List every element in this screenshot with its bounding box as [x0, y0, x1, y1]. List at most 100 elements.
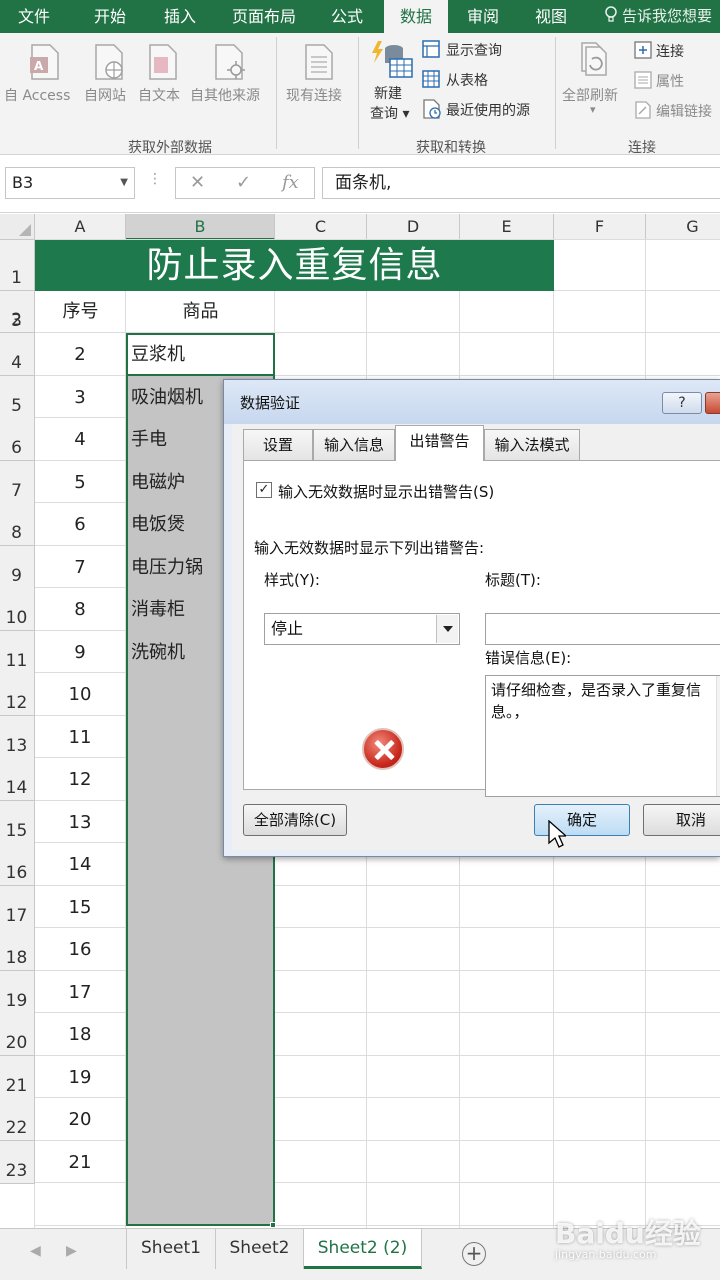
seq-number-cell[interactable]: 21	[35, 1141, 125, 1184]
row-header[interactable]: 21	[0, 1056, 35, 1099]
dialog-tab-ime-mode[interactable]: 输入法模式	[484, 429, 580, 460]
edit-links-button[interactable]: 编辑链接	[656, 101, 712, 121]
seq-number-cell[interactable]: 12	[35, 758, 125, 801]
row-header[interactable]: 12	[0, 673, 35, 716]
row-header[interactable]: 19	[0, 971, 35, 1014]
column-header-g[interactable]: G	[646, 214, 720, 240]
row-header[interactable]: 15	[0, 801, 35, 844]
row-header[interactable]: 7	[0, 461, 35, 504]
connections-button[interactable]: 连接	[656, 41, 684, 61]
refresh-all-button[interactable]: 全部刷新	[562, 85, 618, 105]
tab-home[interactable]: 开始	[78, 0, 142, 33]
goods-cell[interactable]: 豆浆机	[131, 333, 271, 376]
row-header[interactable]: 23	[0, 1141, 35, 1184]
sheet-tab-sheet2-copy[interactable]: Sheet2 (2)	[304, 1229, 422, 1269]
dialog-tab-input-message[interactable]: 输入信息	[313, 429, 395, 460]
dialog-tab-error-alert[interactable]: 出错警告	[395, 425, 484, 461]
seq-number-cell[interactable]: 7	[35, 546, 125, 589]
seq-number-cell[interactable]: 19	[35, 1056, 125, 1099]
refresh-all-dropdown[interactable]: ▾	[590, 103, 596, 116]
column-header-d[interactable]: D	[367, 214, 460, 240]
sheet-tab-sheet2[interactable]: Sheet2	[216, 1229, 304, 1269]
dialog-title-bar[interactable]: 数据验证 ?	[224, 380, 720, 424]
seq-number-cell[interactable]: 10	[35, 673, 125, 716]
seq-number-cell[interactable]: 11	[35, 716, 125, 759]
tell-me-box[interactable]: 告诉我您想要	[604, 0, 712, 33]
seq-number-cell[interactable]: 4	[35, 418, 125, 461]
row-header[interactable]: 11	[0, 631, 35, 674]
name-box[interactable]: B3 ▼	[5, 167, 135, 199]
row-header[interactable]: 17	[0, 886, 35, 929]
enter-formula-button[interactable]: ✓	[236, 172, 251, 193]
row-header[interactable]: 14	[0, 758, 35, 801]
from-text-button[interactable]: 自文本	[138, 85, 180, 105]
row-header[interactable]: 20	[0, 1013, 35, 1056]
row-header[interactable]: 9	[0, 546, 35, 589]
select-all-corner[interactable]	[0, 214, 35, 240]
row-header[interactable]: 6	[0, 418, 35, 461]
clear-all-button[interactable]: 全部清除(C)	[243, 804, 347, 836]
header-seq-cell[interactable]: 序号	[35, 291, 126, 333]
seq-number-cell[interactable]: 3	[35, 376, 125, 419]
tab-page-layout[interactable]: 页面布局	[222, 0, 306, 33]
row-header[interactable]: 8	[0, 503, 35, 546]
column-header-a[interactable]: A	[35, 214, 126, 240]
add-sheet-icon[interactable]: +	[462, 1242, 486, 1266]
from-table-button[interactable]: 从表格	[446, 70, 488, 90]
seq-number-cell[interactable]: 14	[35, 843, 125, 886]
seq-number-cell[interactable]: 18	[35, 1013, 125, 1056]
title-input[interactable]	[485, 613, 720, 645]
show-error-alert-label[interactable]: 输入无效数据时显示出错警告(S)	[278, 481, 494, 502]
chevron-down-icon[interactable]	[436, 615, 458, 643]
textarea-scrollbar[interactable]	[716, 676, 720, 796]
seq-number-cell[interactable]: 9	[35, 631, 125, 674]
dialog-help-button[interactable]: ?	[662, 392, 702, 414]
seq-number-cell[interactable]: 2	[35, 333, 125, 376]
insert-function-button[interactable]: fx	[282, 172, 299, 193]
show-query-button[interactable]: 显示查询	[446, 40, 502, 60]
seq-number-cell[interactable]: 20	[35, 1098, 125, 1141]
formula-input[interactable]: 面条机,	[322, 167, 720, 199]
seq-number-cell[interactable]: 15	[35, 886, 125, 929]
new-query-dropdown[interactable]: 查询 ▾	[370, 103, 409, 123]
tab-review[interactable]: 审阅	[452, 0, 514, 33]
title-cell[interactable]: 防止录入重复信息	[35, 240, 554, 291]
row-header[interactable]: 22	[0, 1098, 35, 1141]
column-header-e[interactable]: E	[460, 214, 554, 240]
dialog-tab-settings[interactable]: 设置	[243, 429, 313, 460]
row-header[interactable]: 10	[0, 588, 35, 631]
error-message-textarea[interactable]: 请仔细检查，是否录入了重复信息。，	[485, 675, 720, 797]
formula-bar-grip[interactable]: ⋮	[148, 171, 162, 187]
row-header[interactable]: 13	[0, 716, 35, 759]
seq-number-cell[interactable]: 5	[35, 461, 125, 504]
show-error-alert-checkbox[interactable]: ✓	[256, 482, 272, 498]
tab-file[interactable]: 文件	[0, 0, 68, 33]
seq-number-cell[interactable]: 16	[35, 928, 125, 971]
seq-number-cell[interactable]: 6	[35, 503, 125, 546]
style-select[interactable]: 停止	[264, 613, 460, 645]
cancel-button[interactable]: 取消	[643, 804, 720, 836]
row-header[interactable]: 4	[0, 333, 35, 376]
from-access-button[interactable]: 自 Access	[4, 85, 70, 105]
tab-insert[interactable]: 插入	[148, 0, 212, 33]
next-sheet-arrow[interactable]: ▶	[66, 1243, 77, 1259]
prev-sheet-arrow[interactable]: ◀	[30, 1243, 41, 1259]
row-header[interactable]: 5	[0, 376, 35, 419]
existing-connections-button[interactable]: 现有连接	[286, 85, 342, 105]
header-goods-cell[interactable]: 商品	[126, 291, 275, 333]
seq-number-cell[interactable]: 13	[35, 801, 125, 844]
name-box-dropdown[interactable]: ▼	[120, 168, 128, 198]
from-web-button[interactable]: 自网站	[84, 85, 126, 105]
row-header[interactable]: 18	[0, 928, 35, 971]
column-header-c[interactable]: C	[275, 214, 367, 240]
recent-sources-button[interactable]: 最近使用的源	[446, 100, 530, 120]
column-header-f[interactable]: F	[554, 214, 646, 240]
seq-number-cell[interactable]: 17	[35, 971, 125, 1014]
seq-number-cell[interactable]: 8	[35, 588, 125, 631]
row-header[interactable]: 16	[0, 843, 35, 886]
column-header-b[interactable]: B	[126, 214, 275, 240]
new-query-label[interactable]: 新建	[374, 83, 402, 103]
dialog-close-button[interactable]	[705, 392, 720, 414]
properties-button[interactable]: 属性	[656, 71, 684, 91]
sheet-tab-sheet1[interactable]: Sheet1	[126, 1229, 216, 1269]
